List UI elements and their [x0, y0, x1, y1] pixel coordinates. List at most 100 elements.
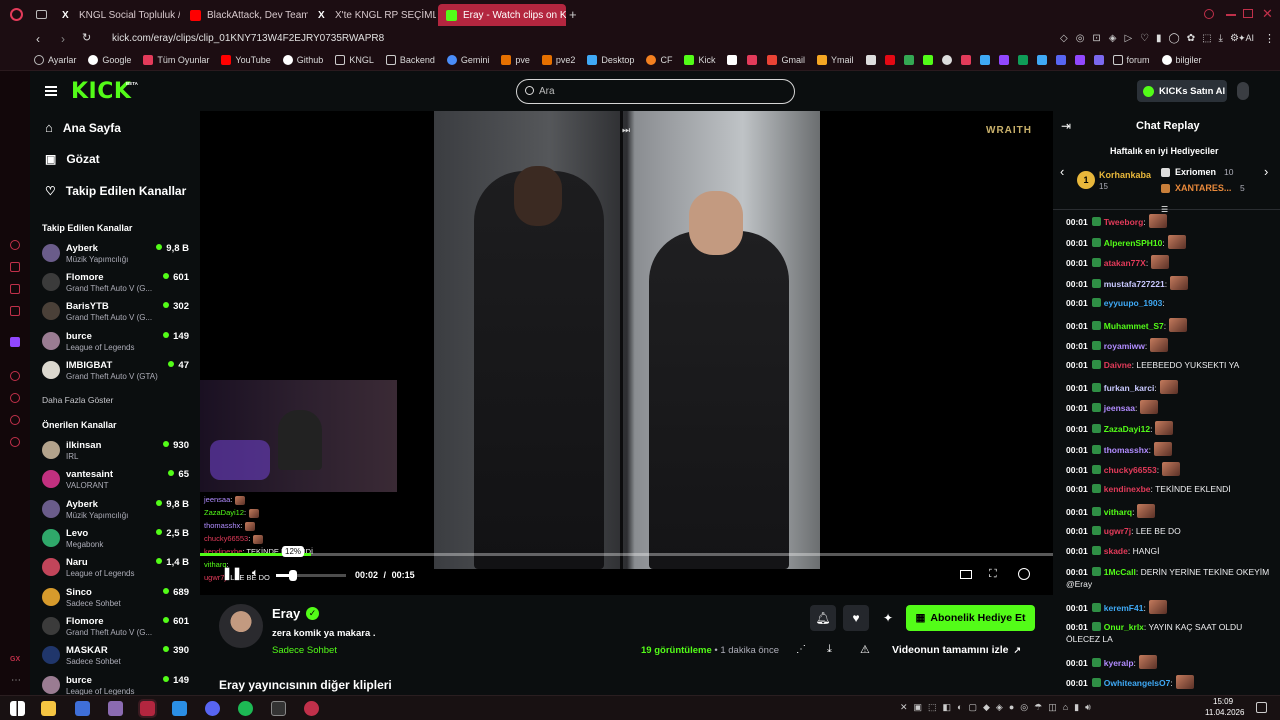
chevron-left-icon[interactable]: ‹	[1060, 164, 1064, 179]
message-username[interactable]: Tweeborg	[1104, 217, 1144, 227]
bookmark-icons-b[interactable]	[865, 54, 1104, 65]
recommended-channel[interactable]: Ayberk Müzik Yapımcılığı 9,8 B	[42, 497, 192, 525]
forward-icon[interactable]: ›	[61, 32, 65, 46]
fullscreen-icon[interactable]: ⛶	[989, 568, 997, 581]
followed-channel[interactable]: BarisYTB Grand Theft Auto V (G... 302	[42, 299, 192, 327]
bookmark-settings[interactable]: Ayarlar	[34, 54, 76, 65]
bookmark-ymail[interactable]: Ymail	[816, 54, 854, 65]
tab-overview-icon[interactable]	[36, 10, 47, 19]
message-username[interactable]: chucky66553	[1104, 465, 1157, 475]
windows-start-icon[interactable]	[10, 701, 25, 716]
bookmark-google[interactable]: Google	[88, 54, 131, 65]
top-gifter-2[interactable]: Exriomen 10	[1161, 167, 1253, 181]
url-field[interactable]: kick.com/eray/clips/clip_01KNY713W4F2EJR…	[112, 33, 384, 44]
recommended-channel[interactable]: Sinco Sadece Sohbet 689	[42, 585, 192, 613]
message-username[interactable]: skade	[1104, 546, 1128, 556]
chevron-right-icon[interactable]: ›	[1264, 164, 1268, 179]
message-username[interactable]: Onur_krlx	[1104, 622, 1144, 632]
toolbar-icons[interactable]: ▮◯✿⬚⤓⚙	[1156, 33, 1246, 44]
notification-bell-button[interactable]: 🔔︎	[810, 605, 836, 631]
ai-button[interactable]: ✦AI	[1238, 33, 1254, 44]
collapse-chat-icon[interactable]: ⇥	[1061, 119, 1071, 133]
sparkle-button[interactable]: ✦	[875, 605, 901, 631]
bookmark-gemini[interactable]: Gemini	[446, 54, 489, 65]
pause-button[interactable]: ❚❚	[222, 566, 242, 580]
volume-handle[interactable]	[289, 570, 297, 581]
terminal-icon[interactable]	[271, 701, 286, 716]
video-frame[interactable]: ⏭	[434, 111, 820, 569]
message-username[interactable]: Daivne	[1104, 360, 1132, 370]
nav-home[interactable]: ⌂ Ana Sayfa	[45, 120, 121, 135]
bookmark-pve2[interactable]: pve2	[541, 54, 575, 65]
message-username[interactable]: eyyuupo_1903	[1104, 298, 1163, 308]
settings-icon[interactable]	[10, 437, 20, 447]
discord-icon[interactable]	[205, 701, 220, 716]
search-tabs-icon[interactable]	[1204, 9, 1214, 19]
message-username[interactable]: ZazaDayi12	[1104, 424, 1150, 434]
bookmark-github[interactable]: Github	[282, 54, 323, 65]
extensions-icons[interactable]: ◇◎⊡◈▷♡	[1060, 33, 1157, 44]
message-username[interactable]: vitharq	[1104, 507, 1132, 517]
message-username[interactable]: jeensaa	[1104, 403, 1135, 413]
message-username[interactable]: AlperenSPH10	[1104, 238, 1163, 248]
video-player[interactable]: ⏭ WRAITH jeensaa: ZazaDayi12: thomasshx:…	[200, 111, 1053, 595]
recommended-channel[interactable]: burce League of Legends 149	[42, 673, 192, 695]
bookmark-youtube[interactable]: YouTube	[221, 54, 271, 65]
message-username[interactable]: ugwr7j	[1104, 526, 1131, 536]
bookmark-icons-a[interactable]	[727, 54, 758, 65]
nav-browse[interactable]: ▣ Gözat	[45, 152, 100, 166]
app-icon[interactable]	[75, 701, 90, 716]
bookmark-desktop[interactable]: Desktop	[587, 54, 634, 65]
message-username[interactable]: kendinexbe	[1104, 484, 1151, 494]
gx-icon[interactable]: GX	[10, 656, 20, 663]
bookmark-folder-kngl[interactable]: KNGL	[335, 54, 374, 65]
recommended-channel[interactable]: Flomore Grand Theft Auto V (G... 601	[42, 614, 192, 642]
bookmark-kick[interactable]: Kick	[684, 54, 715, 65]
message-username[interactable]: OwhiteangelsO7	[1104, 678, 1171, 688]
vscode-icon[interactable]	[172, 701, 187, 716]
browser-tab-active[interactable]: Eray - Watch clips on K	[438, 4, 566, 26]
kicks-buy-button[interactable]: KICKs Satın Al	[1137, 80, 1227, 102]
share-icon[interactable]: ⋰	[796, 644, 806, 655]
message-username[interactable]: mustafa727221	[1104, 279, 1165, 289]
reload-icon[interactable]: ↻	[82, 31, 91, 44]
top-gifter-1[interactable]: 1 Korhankaba 15	[1077, 167, 1157, 191]
more-icon[interactable]: ⋯	[11, 675, 21, 686]
hamburger-menu-icon[interactable]	[45, 86, 57, 96]
recommended-channel[interactable]: ilkinsan IRL 930	[42, 438, 192, 466]
player-icon[interactable]	[10, 371, 20, 381]
bookmark-all-games[interactable]: Tüm Oyunlar	[143, 54, 209, 65]
followed-channel[interactable]: Flomore Grand Theft Auto V (G... 601	[42, 270, 192, 298]
opera-logo-icon[interactable]	[10, 8, 23, 21]
message-username[interactable]: keremF41	[1104, 603, 1144, 613]
user-avatar[interactable]	[1237, 82, 1249, 100]
message-username[interactable]: kyeralp	[1104, 658, 1134, 668]
browser-tab[interactable]: X X'te KNGL RP SEÇİMLERİ	[310, 4, 436, 26]
followed-channel[interactable]: IMBIGBAT Grand Theft Auto V (GTA) 47	[42, 358, 192, 386]
playback-speed-icon[interactable]	[1018, 568, 1030, 580]
followed-channel[interactable]: burce League of Legends 149	[42, 329, 192, 357]
message-username[interactable]: royamiww	[1104, 341, 1145, 351]
bookmark-cf[interactable]: CF	[646, 54, 672, 65]
bookmark-folder-backend[interactable]: Backend	[385, 54, 435, 65]
recommended-channel[interactable]: Levo Megabonk 2,5 B	[42, 526, 192, 554]
minimize-icon[interactable]	[1226, 14, 1236, 16]
skip-icon[interactable]: ⏭	[622, 125, 630, 136]
message-username[interactable]: Muhammet_S7	[1104, 321, 1164, 331]
browser-tab[interactable]: BlackAttack, Dev Team de	[182, 4, 308, 26]
watch-full-video-button[interactable]: Videonun tamamını izle ↗	[886, 639, 1032, 661]
close-icon[interactable]: ✕	[1262, 6, 1273, 22]
followed-channel[interactable]: Ayberk Müzik Yapımcılığı 9,8 B	[42, 241, 192, 269]
opera-gx-icon[interactable]	[138, 699, 157, 718]
extension-icon[interactable]	[10, 262, 20, 272]
category-link[interactable]: Sadece Sohbet	[272, 645, 337, 656]
search-input[interactable]: Ara	[516, 79, 795, 104]
twitch-icon[interactable]	[10, 337, 20, 347]
clock-time[interactable]: 15:09	[1213, 697, 1233, 706]
clock-date[interactable]: 11.04.2026	[1205, 708, 1244, 717]
streamer-name[interactable]: Eray	[272, 606, 300, 621]
gift-subscription-button[interactable]: ▦ Abonelik Hediye Et	[906, 605, 1035, 631]
volume-slider[interactable]	[276, 570, 346, 581]
theater-mode-icon[interactable]	[960, 570, 972, 579]
bookmark-bilgiler[interactable]: bilgiler	[1161, 54, 1202, 65]
